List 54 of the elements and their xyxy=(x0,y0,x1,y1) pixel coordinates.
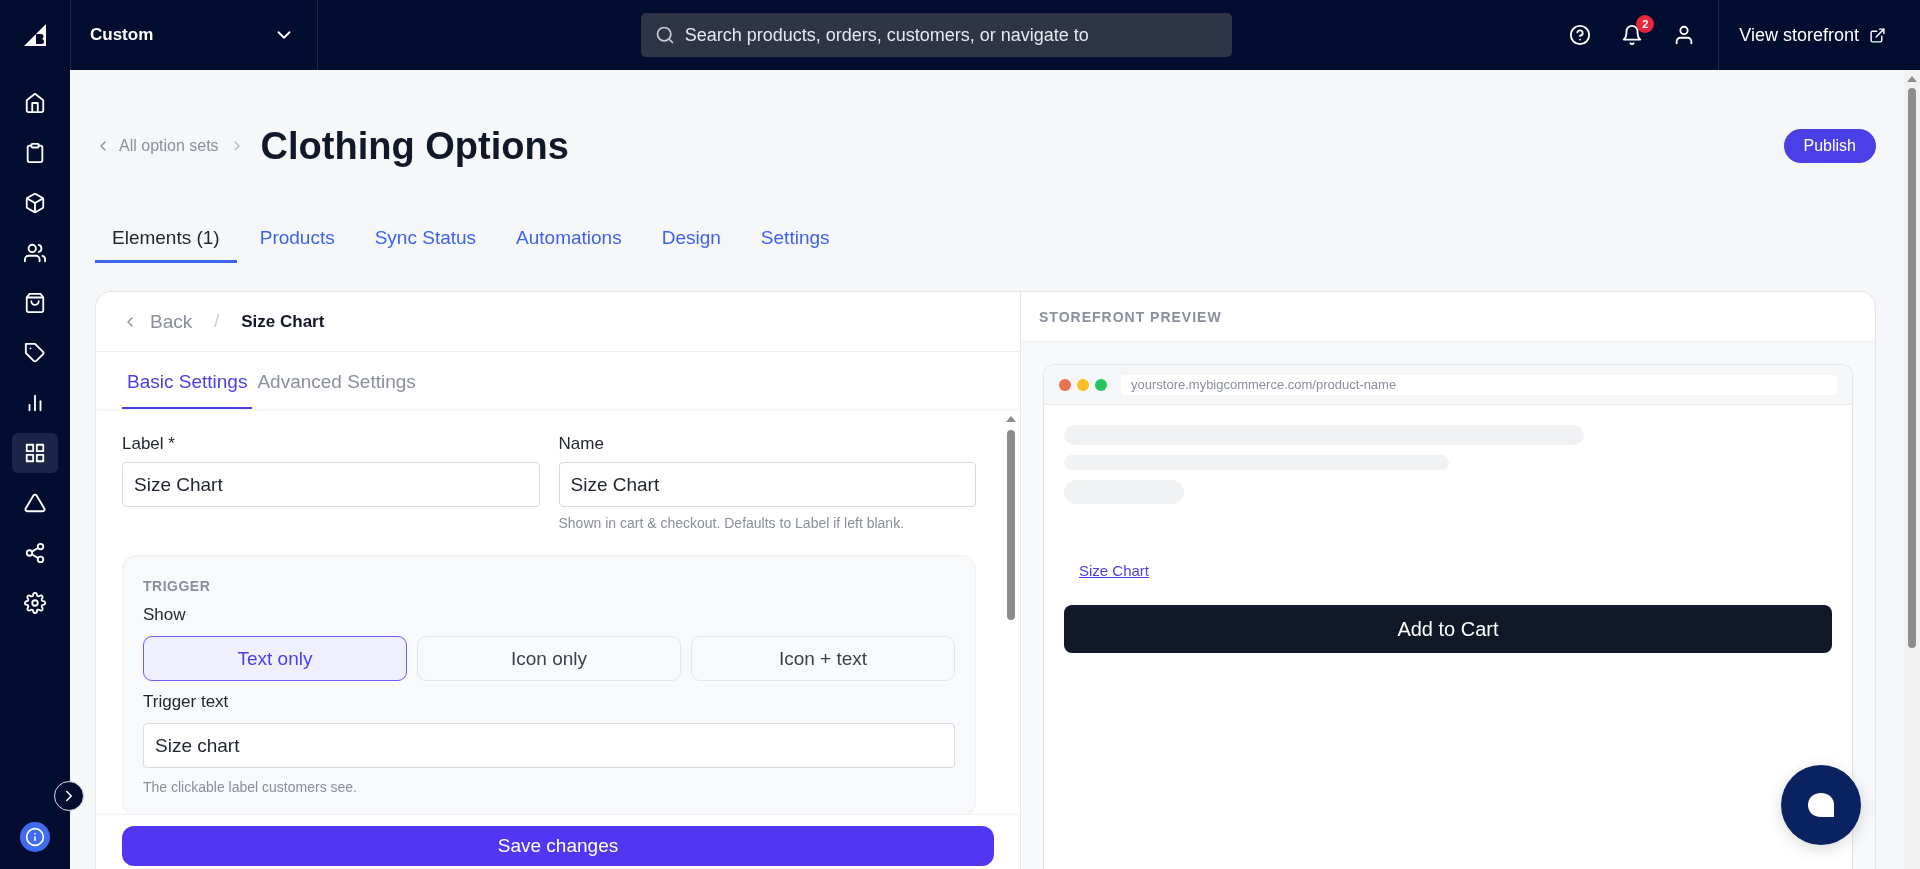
save-button[interactable]: Save changes xyxy=(122,826,994,866)
field-label: Show xyxy=(143,605,187,625)
tab[interactable]: Elements (1) xyxy=(95,222,237,263)
field-label: Trigger text xyxy=(143,692,230,712)
tab[interactable]: Sync Status xyxy=(357,222,494,263)
settings-tab[interactable]: Basic Settings xyxy=(122,371,253,409)
text-input[interactable]: Size Chart xyxy=(558,462,976,507)
house-icon xyxy=(24,92,46,114)
segment-option[interactable]: Text only xyxy=(143,636,407,681)
text-input[interactable]: Size Chart xyxy=(122,462,540,507)
breadcrumb-current: Size Chart xyxy=(241,311,325,332)
window-dot xyxy=(1095,378,1107,391)
clipboard-icon xyxy=(24,142,46,164)
scrollbar[interactable] xyxy=(1904,70,1920,869)
segment-option[interactable]: Icon only xyxy=(417,636,681,681)
notification-count: 2 xyxy=(1636,15,1655,33)
speech-bubble-icon xyxy=(1805,791,1837,819)
field-label: Name xyxy=(558,434,605,454)
tag-icon xyxy=(24,342,46,364)
people-icon xyxy=(24,242,46,264)
page-title: Clothing Options xyxy=(260,124,569,168)
tab[interactable]: Design xyxy=(644,222,738,263)
expand-sidebar-button[interactable] xyxy=(54,781,84,811)
network-icon xyxy=(24,542,46,564)
logo-icon xyxy=(22,22,48,48)
store-icon xyxy=(24,292,46,314)
grid-icon xyxy=(24,442,46,464)
triangle-icon xyxy=(24,492,46,514)
external-link-icon xyxy=(1869,26,1886,44)
field-label: Label * xyxy=(122,434,176,454)
add-to-cart-button[interactable]: Add to Cart xyxy=(1064,605,1832,653)
text-input[interactable]: Size chart xyxy=(143,723,955,768)
size-chart-link[interactable]: Size Chart xyxy=(1079,562,1832,579)
search-field[interactable]: Search products, orders, customers, or navigate to xyxy=(640,13,1232,57)
help-icon xyxy=(1569,24,1592,46)
tab[interactable]: Settings xyxy=(743,222,847,263)
url-bar: yourstore.mybigcommerce.com/product-name xyxy=(1121,374,1837,395)
window-dot xyxy=(1059,378,1071,391)
window-dot xyxy=(1077,378,1089,391)
sidebar-nav-item[interactable] xyxy=(12,433,58,473)
panel-heading: STOREFRONT PREVIEW xyxy=(1039,308,1222,325)
field-hint: Shown in cart & checkout. Defaults to Label if left blank. xyxy=(558,515,906,531)
cube-icon xyxy=(24,192,46,214)
field-hint: The clickable label customers see. xyxy=(143,779,358,795)
section-heading: TRIGGER xyxy=(143,578,212,594)
tab[interactable]: Automations xyxy=(499,222,639,263)
segment-option[interactable]: Icon + text xyxy=(691,636,955,681)
info-icon xyxy=(25,827,45,847)
publish-button[interactable]: Publish xyxy=(1783,129,1876,163)
bell-icon xyxy=(1621,24,1644,46)
tab[interactable]: Products xyxy=(242,222,352,263)
info-button[interactable] xyxy=(20,822,50,852)
breadcrumb-separator: / xyxy=(214,311,220,332)
settings-icon xyxy=(24,592,46,614)
